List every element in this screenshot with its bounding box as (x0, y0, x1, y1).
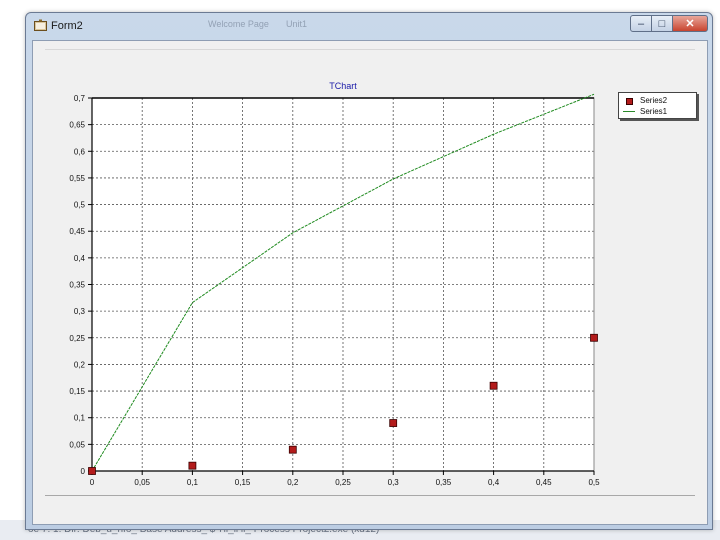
title-bar[interactable]: Form2 Welcome Page Unit1 – □ ✕ (26, 13, 712, 39)
y-tick-label: 0 (81, 467, 86, 476)
chart-legend: Series2 Series1 (618, 92, 697, 119)
legend-marker-series1 (622, 107, 636, 116)
background-tab-unit1: Unit1 (286, 19, 308, 29)
bottom-separator (45, 495, 695, 496)
legend-marker-series2 (622, 96, 636, 105)
form-client-area: 0 0,05 0,1 0,15 0,2 0,25 0,3 0,35 0,4 0,45 0,5 0 0,0… (32, 40, 708, 525)
x-tick-label: 0,1 (187, 478, 199, 487)
maximize-icon: □ (658, 17, 666, 30)
series2-point (489, 381, 498, 390)
x-tick-label: 0,4 (488, 478, 500, 487)
close-icon: ✕ (685, 18, 695, 30)
x-tick-label: 0,45 (536, 478, 552, 487)
y-tick-label: 0,5 (74, 201, 86, 210)
x-tick-label: 0 (90, 478, 95, 487)
maximize-button[interactable]: □ (651, 15, 673, 32)
series2-point (88, 467, 96, 475)
series2-point (188, 461, 197, 470)
y-tick-label: 0,45 (69, 227, 85, 236)
x-tick-label: 0,05 (134, 478, 150, 487)
y-tick-label: 0,35 (69, 281, 85, 290)
close-button[interactable]: ✕ (672, 15, 708, 32)
legend-label-series2: Series2 (640, 96, 668, 105)
tchart[interactable]: 0 0,05 0,1 0,15 0,2 0,25 0,3 0,35 0,4 0,45 0,5 0 0,0… (33, 41, 707, 491)
y-tick-label: 0,4 (74, 254, 86, 263)
y-tick-label: 0,2 (74, 360, 86, 369)
y-tick-label: 0,1 (74, 414, 86, 423)
y-tick-label: 0,15 (69, 387, 85, 396)
window-title: Form2 (51, 20, 83, 32)
y-tick-label: 0,6 (74, 147, 86, 156)
x-tick-label: 0,15 (235, 478, 251, 487)
minimize-icon: – (637, 17, 645, 30)
y-tick-label: 0,25 (69, 334, 85, 343)
x-tick-label: 0,3 (388, 478, 400, 487)
form2-window: Form2 Welcome Page Unit1 – □ ✕ 0 0,05 0,1 0… (25, 12, 713, 530)
series2-point (288, 445, 297, 454)
legend-item-series1: Series1 (622, 106, 667, 117)
background-tab-welcome: Welcome Page (208, 19, 269, 29)
y-tick-label: 0,65 (69, 121, 85, 130)
x-tick-label: 0,5 (588, 478, 600, 487)
chart-title: TChart (329, 81, 357, 91)
y-tick-label: 0,05 (69, 440, 85, 449)
legend-item-series2: Series2 (622, 95, 667, 106)
app-window-icon (34, 19, 47, 31)
x-tick-label: 0,35 (436, 478, 452, 487)
x-tick-label: 0,25 (335, 478, 351, 487)
y-tick-label: 0,7 (74, 94, 86, 103)
x-tick-label: 0,2 (287, 478, 299, 487)
minimize-button[interactable]: – (630, 15, 652, 32)
series2-point (590, 333, 598, 342)
y-tick-label: 0,55 (69, 174, 85, 183)
series2-point (389, 419, 398, 427)
y-tick-label: 0,3 (74, 307, 86, 316)
legend-label-series1: Series1 (640, 107, 668, 116)
